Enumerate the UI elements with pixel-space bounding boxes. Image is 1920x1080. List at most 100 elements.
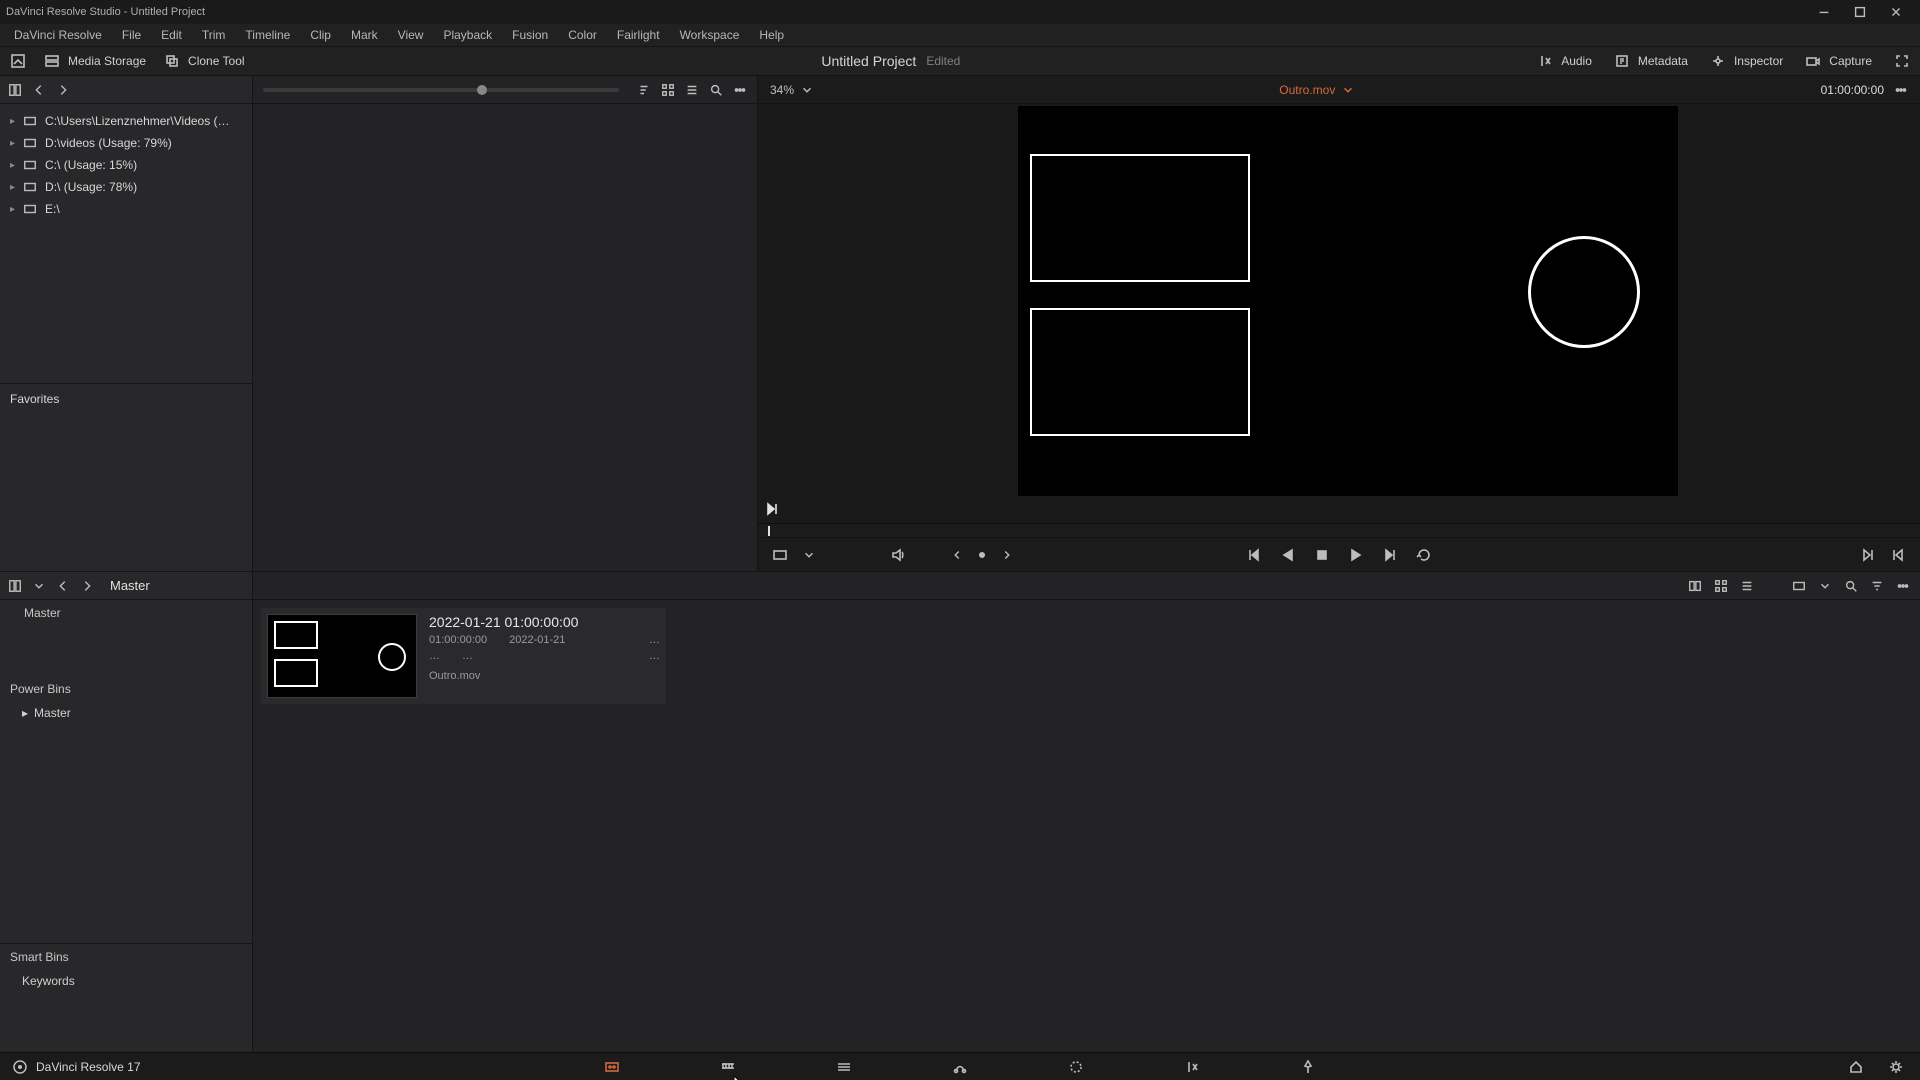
nav-back-button[interactable]: [32, 83, 46, 97]
page-media-button[interactable]: [600, 1055, 624, 1079]
list-view-button[interactable]: [685, 83, 699, 97]
search-button[interactable]: [709, 83, 723, 97]
project-title: Untitled Project: [821, 53, 916, 69]
panel-layout-icon[interactable]: [8, 579, 22, 593]
storage-item-label: D:\videos (Usage: 79%): [45, 136, 172, 150]
stop-button[interactable]: [1314, 547, 1330, 563]
source-viewer: 34% Outro.mov 01:00:00:00: [758, 76, 1920, 571]
menu-workspace[interactable]: Workspace: [670, 26, 750, 44]
power-bins-header: Power Bins: [0, 676, 252, 702]
storage-tree: ▸C:\Users\Lizenznehmer\Videos (… ▸D:\vid…: [0, 104, 252, 226]
window-minimize-button[interactable]: [1806, 0, 1842, 24]
volume-button[interactable]: [890, 547, 906, 563]
chevron-down-icon[interactable]: [32, 579, 46, 593]
menu-view[interactable]: View: [388, 26, 434, 44]
menu-timeline[interactable]: Timeline: [235, 26, 300, 44]
layout-dropdown-button[interactable]: [10, 53, 26, 69]
menu-trim[interactable]: Trim: [192, 26, 236, 44]
chevron-right-icon: ▸: [10, 116, 15, 127]
window-close-button[interactable]: [1878, 0, 1914, 24]
mark-out-button[interactable]: [1890, 547, 1906, 563]
storage-item[interactable]: ▸E:\: [0, 198, 252, 220]
viewer-canvas-area[interactable]: [758, 104, 1920, 523]
nav-forward-button[interactable]: [80, 579, 94, 593]
viewer-clip-name[interactable]: Outro.mov: [1279, 83, 1335, 97]
match-frame-button[interactable]: [772, 547, 788, 563]
clip-title: 2022-01-21 01:00:00:00: [429, 614, 660, 630]
chevron-down-icon[interactable]: [1818, 579, 1832, 593]
skip-to-end-overlay-icon[interactable]: [764, 501, 780, 517]
storage-item[interactable]: ▸C:\ (Usage: 15%): [0, 154, 252, 176]
filter-button[interactable]: [1870, 579, 1884, 593]
loop-button[interactable]: [1416, 547, 1432, 563]
fullscreen-toggle-button[interactable]: [1894, 53, 1910, 69]
grid-view-button[interactable]: [661, 83, 675, 97]
menu-clip[interactable]: Clip: [300, 26, 341, 44]
menu-help[interactable]: Help: [749, 26, 794, 44]
home-button[interactable]: [1848, 1059, 1864, 1075]
menu-mark[interactable]: Mark: [341, 26, 388, 44]
metadata-view-button[interactable]: [1688, 579, 1702, 593]
page-edit-button[interactable]: [832, 1055, 856, 1079]
chevron-down-icon[interactable]: [802, 548, 816, 562]
menu-file[interactable]: File: [112, 26, 151, 44]
menu-fusion[interactable]: Fusion: [502, 26, 558, 44]
search-button[interactable]: [1844, 579, 1858, 593]
menu-fairlight[interactable]: Fairlight: [607, 26, 670, 44]
drive-icon: [23, 202, 37, 216]
go-to-end-button[interactable]: [1382, 547, 1398, 563]
sort-button[interactable]: [637, 83, 651, 97]
capture-panel-button[interactable]: Capture: [1805, 53, 1872, 69]
storage-item[interactable]: ▸D:\ (Usage: 78%): [0, 176, 252, 198]
chevron-down-icon[interactable]: [800, 83, 814, 97]
smart-bins-header: Smart Bins: [0, 943, 252, 970]
viewer-scrubber[interactable]: [758, 523, 1920, 537]
jog-prev-button[interactable]: [950, 548, 964, 562]
play-button[interactable]: [1348, 547, 1364, 563]
more-options-button[interactable]: [1896, 579, 1910, 593]
menu-color[interactable]: Color: [558, 26, 607, 44]
metadata-panel-button[interactable]: Metadata: [1614, 53, 1688, 69]
storage-item[interactable]: ▸D:\videos (Usage: 79%): [0, 132, 252, 154]
chevron-down-icon[interactable]: [1341, 83, 1355, 97]
audio-panel-button[interactable]: Audio: [1537, 53, 1592, 69]
clip-tc: 01:00:00:00: [429, 634, 487, 646]
play-reverse-button[interactable]: [1280, 547, 1296, 563]
app-name-label: DaVinci Resolve 17: [36, 1060, 141, 1074]
clone-tool-button[interactable]: Clone Tool: [164, 53, 244, 69]
page-cut-button[interactable]: [716, 1055, 740, 1079]
menu-davinci-resolve[interactable]: DaVinci Resolve: [4, 26, 112, 44]
mark-in-button[interactable]: [1860, 547, 1876, 563]
menu-playback[interactable]: Playback: [433, 26, 502, 44]
page-deliver-button[interactable]: [1296, 1055, 1320, 1079]
inspector-panel-button[interactable]: Inspector: [1710, 53, 1783, 69]
jog-next-button[interactable]: [1000, 548, 1014, 562]
page-fairlight-button[interactable]: [1180, 1055, 1204, 1079]
go-to-start-button[interactable]: [1246, 547, 1262, 563]
smart-bin-keywords[interactable]: Keywords: [0, 970, 252, 992]
bin-master[interactable]: Master: [0, 600, 252, 626]
storage-item[interactable]: ▸C:\Users\Lizenznehmer\Videos (…: [0, 110, 252, 132]
thumbnail-size-slider[interactable]: [263, 88, 619, 92]
project-settings-button[interactable]: [1888, 1059, 1904, 1075]
panel-layout-icon[interactable]: [8, 83, 22, 97]
power-bin-master[interactable]: ▸Master: [0, 702, 252, 724]
clone-tool-label: Clone Tool: [188, 54, 244, 68]
bin-breadcrumb[interactable]: Master: [110, 578, 150, 593]
playhead-icon[interactable]: [768, 526, 770, 536]
window-maximize-button[interactable]: [1842, 0, 1878, 24]
viewer-zoom-value[interactable]: 34%: [770, 83, 794, 97]
nav-forward-button[interactable]: [56, 83, 70, 97]
bin-display-button[interactable]: [1792, 579, 1806, 593]
media-storage-button[interactable]: Media Storage: [44, 53, 146, 69]
page-fusion-button[interactable]: [948, 1055, 972, 1079]
list-view-button[interactable]: [1740, 579, 1754, 593]
page-color-button[interactable]: [1064, 1055, 1088, 1079]
clip-card[interactable]: 2022-01-21 01:00:00:00 01:00:00:00 2022-…: [261, 608, 666, 704]
more-options-button[interactable]: [733, 83, 747, 97]
thumbnail-view-button[interactable]: [1714, 579, 1728, 593]
audio-label: Audio: [1561, 54, 1592, 68]
menu-edit[interactable]: Edit: [151, 26, 192, 44]
viewer-more-button[interactable]: [1894, 83, 1908, 97]
nav-back-button[interactable]: [56, 579, 70, 593]
